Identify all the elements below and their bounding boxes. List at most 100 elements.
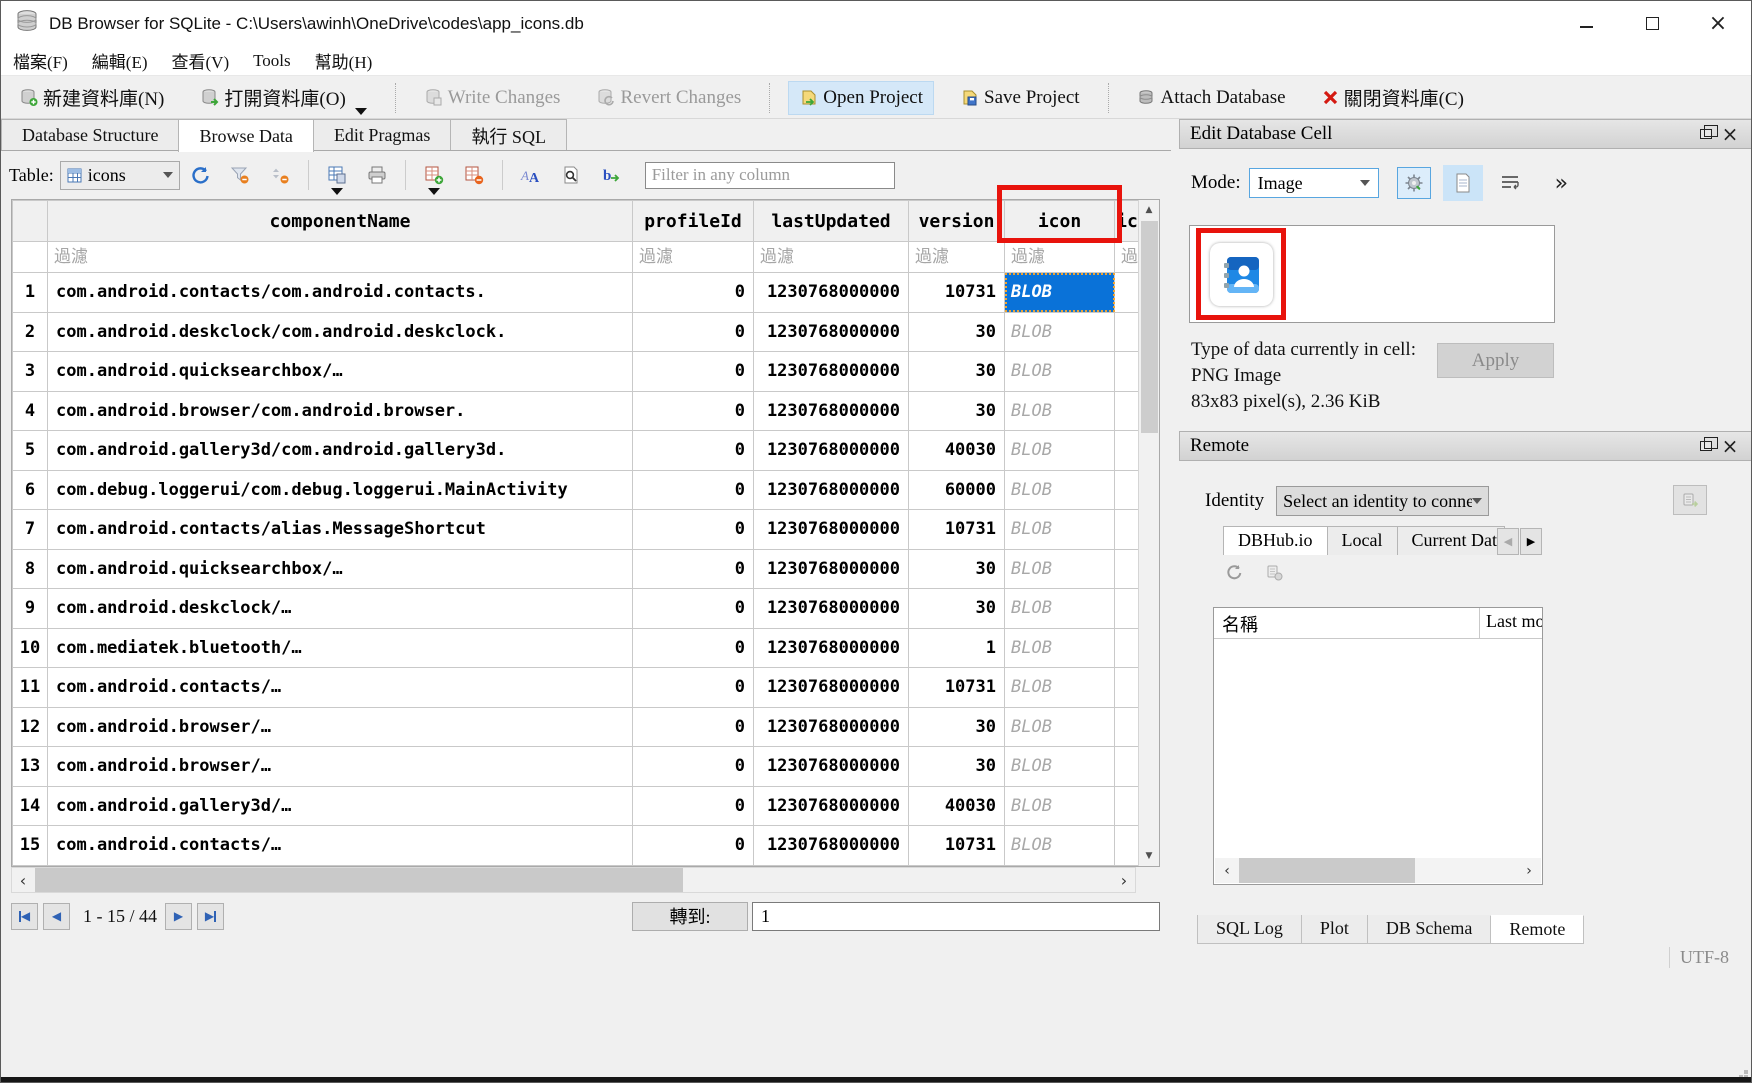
row-number[interactable]: 13 bbox=[13, 747, 48, 787]
cell-lastUpdated[interactable]: 1230768000000 bbox=[754, 470, 909, 510]
encoding-status[interactable]: UTF-8 bbox=[1669, 947, 1739, 968]
apply-button[interactable]: Apply bbox=[1437, 343, 1554, 378]
close-dock-button[interactable]: × bbox=[1718, 435, 1742, 457]
cell-version[interactable]: 30 bbox=[909, 391, 1005, 431]
cell-lastUpdated[interactable]: 1230768000000 bbox=[754, 747, 909, 787]
cell-icon[interactable]: BLOB bbox=[1005, 352, 1115, 392]
import-data-button[interactable] bbox=[1397, 167, 1431, 199]
vertical-scrollbar[interactable]: ▲ ▼ bbox=[1138, 200, 1159, 866]
table-select[interactable]: icons bbox=[60, 161, 180, 190]
revert-changes-button[interactable]: Revert Changes bbox=[586, 82, 751, 114]
close-dock-button[interactable]: × bbox=[1718, 123, 1742, 145]
cell-lastUpdated[interactable]: 1230768000000 bbox=[754, 431, 909, 471]
menu-help[interactable]: 幫助(H) bbox=[303, 46, 385, 75]
name-column-header[interactable]: 名稱 bbox=[1214, 608, 1480, 638]
cell-profileId[interactable]: 0 bbox=[633, 786, 754, 826]
next-page-button[interactable]: ▶ bbox=[165, 903, 192, 930]
menu-tools[interactable]: Tools bbox=[241, 49, 303, 73]
cell-partial[interactable] bbox=[1115, 273, 1140, 313]
filter-input-profileId[interactable] bbox=[633, 242, 753, 272]
menu-file[interactable]: 檔案(F) bbox=[1, 46, 80, 75]
tab-sql-log[interactable]: SQL Log bbox=[1197, 915, 1302, 944]
cell-componentName[interactable]: com.debug.loggerui/com.debug.loggerui.Ma… bbox=[48, 470, 633, 510]
close-button[interactable]: × bbox=[1685, 1, 1751, 46]
row-number[interactable]: 12 bbox=[13, 707, 48, 747]
cell-lastUpdated[interactable]: 1230768000000 bbox=[754, 707, 909, 747]
row-number[interactable]: 15 bbox=[13, 826, 48, 866]
cell-partial[interactable] bbox=[1115, 510, 1140, 550]
col-version[interactable]: version bbox=[909, 201, 1005, 242]
cell-icon[interactable]: BLOB bbox=[1005, 628, 1115, 668]
row-number[interactable]: 3 bbox=[13, 352, 48, 392]
goto-page-input[interactable] bbox=[752, 902, 1160, 931]
cell-componentName[interactable]: com.android.contacts/com.android.contact… bbox=[48, 273, 633, 313]
attach-database-button[interactable]: Attach Database bbox=[1127, 82, 1296, 114]
cell-profileId[interactable]: 0 bbox=[633, 707, 754, 747]
row-number[interactable]: 10 bbox=[13, 628, 48, 668]
tab-remote[interactable]: Remote bbox=[1490, 915, 1584, 944]
cell-lastUpdated[interactable]: 1230768000000 bbox=[754, 549, 909, 589]
cell-icon[interactable]: BLOB bbox=[1005, 312, 1115, 352]
cell-partial[interactable] bbox=[1115, 549, 1140, 589]
cell-componentName[interactable]: com.android.browser/com.android.browser. bbox=[48, 391, 633, 431]
first-page-button[interactable]: ◀ bbox=[11, 903, 38, 930]
cell-version[interactable]: 10731 bbox=[909, 668, 1005, 708]
filter-input-lastUpdated[interactable] bbox=[754, 242, 908, 272]
cell-version[interactable]: 10731 bbox=[909, 510, 1005, 550]
resize-grip[interactable] bbox=[1744, 1070, 1748, 1074]
cell-version[interactable]: 30 bbox=[909, 549, 1005, 589]
tab-execute-sql[interactable]: 執行 SQL bbox=[450, 119, 567, 150]
cell-lastUpdated[interactable]: 1230768000000 bbox=[754, 352, 909, 392]
cell-partial[interactable] bbox=[1115, 826, 1140, 866]
cell-version[interactable]: 40030 bbox=[909, 431, 1005, 471]
cell-version[interactable]: 30 bbox=[909, 312, 1005, 352]
save-results-dropdown-icon[interactable] bbox=[331, 188, 343, 195]
cell-lastUpdated[interactable]: 1230768000000 bbox=[754, 668, 909, 708]
cell-profileId[interactable]: 0 bbox=[633, 589, 754, 629]
row-number[interactable]: 2 bbox=[13, 312, 48, 352]
horizontal-scrollbar[interactable]: ‹ › bbox=[11, 867, 1136, 893]
row-number[interactable]: 11 bbox=[13, 668, 48, 708]
cell-lastUpdated[interactable]: 1230768000000 bbox=[754, 312, 909, 352]
cell-partial[interactable] bbox=[1115, 470, 1140, 510]
cell-componentName[interactable]: com.android.contacts/alias.MessageShortc… bbox=[48, 510, 633, 550]
save-project-button[interactable]: Save Project bbox=[950, 82, 1090, 114]
cell-partial[interactable] bbox=[1115, 786, 1140, 826]
cell-version[interactable]: 60000 bbox=[909, 470, 1005, 510]
goto-button-label[interactable]: 轉到: bbox=[632, 902, 748, 931]
open-database-button[interactable]: 打開資料庫(O) bbox=[190, 79, 376, 116]
print-button[interactable] bbox=[360, 159, 394, 191]
cell-lastUpdated[interactable]: 1230768000000 bbox=[754, 786, 909, 826]
cell-profileId[interactable]: 0 bbox=[633, 747, 754, 787]
row-number[interactable]: 5 bbox=[13, 431, 48, 471]
cell-icon[interactable]: BLOB bbox=[1005, 747, 1115, 787]
delete-record-button[interactable] bbox=[457, 159, 491, 191]
col-icon[interactable]: icon bbox=[1005, 201, 1115, 242]
cell-lastUpdated[interactable]: 1230768000000 bbox=[754, 628, 909, 668]
font-button[interactable]: AA bbox=[514, 159, 548, 191]
scroll-up-icon[interactable]: ▲ bbox=[1139, 200, 1159, 220]
cell-partial[interactable] bbox=[1115, 431, 1140, 471]
goto-button[interactable]: b bbox=[594, 159, 628, 191]
scroll-down-icon[interactable]: ▼ bbox=[1139, 846, 1159, 866]
save-results-button[interactable] bbox=[320, 159, 354, 191]
cell-profileId[interactable]: 0 bbox=[633, 391, 754, 431]
cell-icon[interactable]: BLOB bbox=[1005, 549, 1115, 589]
cell-icon[interactable]: BLOB bbox=[1005, 589, 1115, 629]
scroll-left-icon[interactable]: ‹ bbox=[12, 868, 34, 892]
row-number[interactable]: 4 bbox=[13, 391, 48, 431]
cell-profileId[interactable]: 0 bbox=[633, 549, 754, 589]
find-button[interactable] bbox=[554, 159, 588, 191]
scroll-left-icon[interactable]: ‹ bbox=[1215, 858, 1239, 883]
col-profileId[interactable]: profileId bbox=[633, 201, 754, 242]
cell-componentName[interactable]: com.android.contacts/… bbox=[48, 668, 633, 708]
text-mode-button[interactable] bbox=[1443, 165, 1483, 201]
row-number[interactable]: 8 bbox=[13, 549, 48, 589]
filter-any-column-input[interactable] bbox=[645, 162, 895, 189]
cell-profileId[interactable]: 0 bbox=[633, 470, 754, 510]
tab-local[interactable]: Local bbox=[1327, 526, 1398, 555]
cell-icon[interactable]: BLOB bbox=[1005, 431, 1115, 471]
scroll-right-icon[interactable]: › bbox=[1517, 858, 1541, 883]
insert-record-dropdown-icon[interactable] bbox=[428, 188, 440, 195]
cell-version[interactable]: 1 bbox=[909, 628, 1005, 668]
